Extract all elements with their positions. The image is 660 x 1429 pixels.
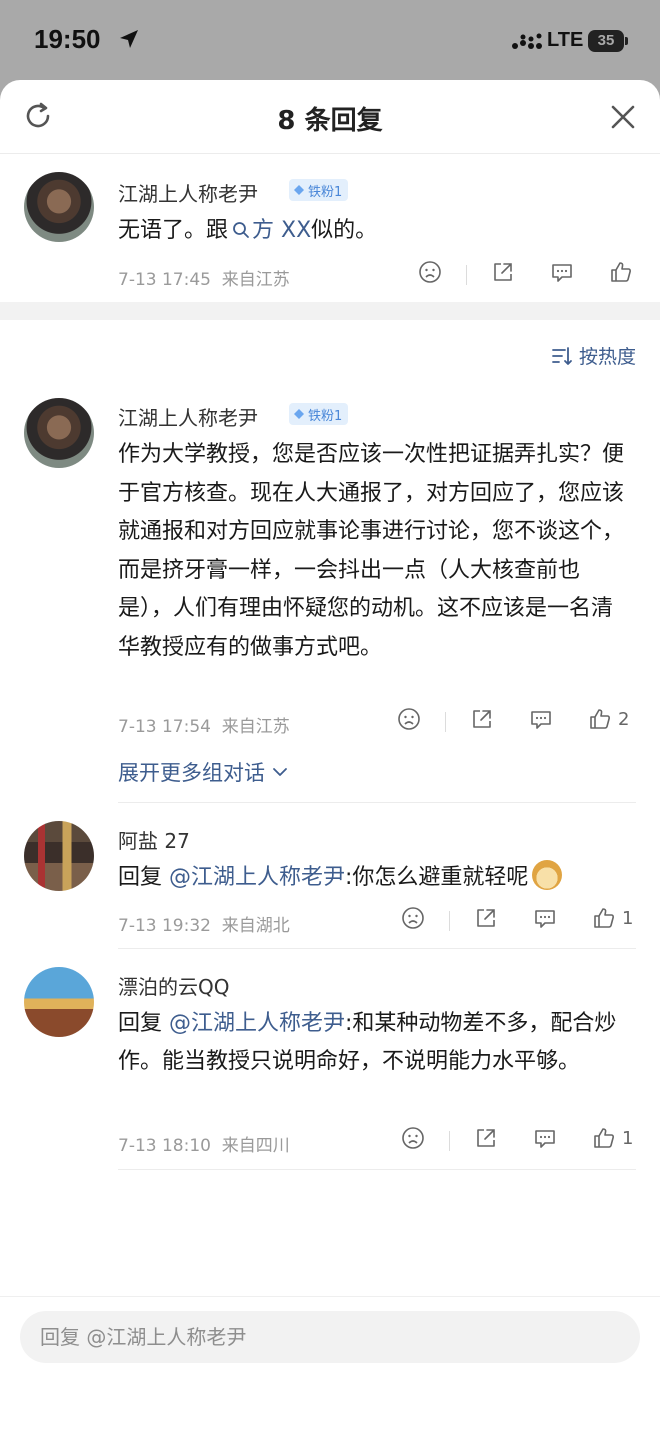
signal-icon <box>512 33 542 49</box>
like-button[interactable] <box>609 260 633 284</box>
thumbs-up-icon <box>590 709 610 729</box>
frown-icon <box>402 907 424 929</box>
username[interactable]: 漂泊的云QQ <box>118 971 229 1000</box>
dislike-button[interactable] <box>418 260 442 284</box>
comment-button[interactable] <box>529 707 553 731</box>
status-time: 19:50 <box>34 24 101 54</box>
share-icon <box>477 1129 495 1147</box>
location-arrow-icon <box>120 30 138 48</box>
username[interactable]: 阿盐 27 <box>118 825 190 854</box>
sort-label: 按热度 <box>578 346 636 368</box>
like-count: 1 <box>622 907 634 929</box>
fan-badge: 铁粉1 <box>289 179 349 201</box>
search-link[interactable]: 方 XX <box>252 218 311 243</box>
thumbs-up-icon <box>594 1128 614 1148</box>
like-count: 1 <box>622 1127 634 1149</box>
root-comment: 江湖上人称老尹 铁粉1 无语了。跟方 XX似的。 7-13 17:45 来自江苏 <box>0 154 660 302</box>
sort-icon <box>552 346 572 365</box>
diamond-icon <box>294 409 304 419</box>
fan-badge-label: 铁粉1 <box>308 184 343 200</box>
fan-badge: 铁粉1 <box>289 403 349 425</box>
diamond-icon <box>294 185 304 195</box>
avatar[interactable] <box>24 967 94 1037</box>
comment-text: 无语了。跟方 XX似的。 <box>118 212 633 250</box>
comment-icon <box>552 264 572 282</box>
section-gap <box>0 302 660 320</box>
replies-sheet: 8 条回复 江湖上人称老尹 铁粉1 无语了。跟方 XX似的。 7-13 17:4… <box>0 80 660 1429</box>
comment-button[interactable] <box>550 260 574 284</box>
frown-icon <box>402 1127 424 1149</box>
expand-more-conversations[interactable]: 展开更多组对话 <box>118 757 289 787</box>
sheet-header: 8 条回复 <box>0 80 660 154</box>
mention-link[interactable]: @江湖上人称老尹 <box>169 865 345 890</box>
status-bar: 19:50 LTE 35 <box>0 0 660 82</box>
comment-actions: 1 <box>0 906 660 936</box>
doge-emoji-icon <box>532 860 563 890</box>
frown-icon <box>419 261 441 283</box>
like-count: 2 <box>618 708 630 730</box>
reply-prefix: 回复 <box>118 1011 169 1036</box>
username[interactable]: 江湖上人称老尹 <box>118 402 258 431</box>
comment-actions: 2 <box>0 707 660 737</box>
avatar[interactable] <box>24 172 94 242</box>
reply-bar <box>0 1296 660 1429</box>
like-button[interactable]: 1 <box>592 1126 633 1150</box>
comment-item: 阿盐 27 回复 @江湖上人称老尹:你怎么避重就轻呢 7-13 19:32 来自… <box>0 803 660 948</box>
comment-icon <box>531 711 551 729</box>
dislike-button[interactable] <box>401 906 425 930</box>
divider <box>118 1169 636 1170</box>
share-button[interactable] <box>491 260 515 284</box>
share-icon <box>473 710 491 728</box>
battery-cap <box>625 37 628 45</box>
thumbs-up-icon <box>594 908 614 928</box>
close-icon[interactable] <box>608 102 638 132</box>
avatar[interactable] <box>24 821 94 891</box>
comment-text: 回复 @江湖上人称老尹:你怎么避重就轻呢 <box>118 859 633 897</box>
share-icon <box>494 263 512 281</box>
search-icon <box>233 222 249 238</box>
mention-link[interactable]: @江湖上人称老尹 <box>169 1011 345 1036</box>
reply-input[interactable] <box>20 1311 640 1363</box>
like-button[interactable]: 2 <box>588 707 629 731</box>
chevron-down-icon <box>273 768 287 776</box>
network-type: LTE <box>547 29 584 51</box>
comment-actions: 1 <box>0 1126 660 1156</box>
expand-label: 展开更多组对话 <box>118 761 265 785</box>
frown-icon <box>398 708 420 730</box>
comment-actions <box>0 260 660 290</box>
share-button[interactable] <box>470 707 494 731</box>
comment-item: 江湖上人称老尹 铁粉1 作为大学教授，您是否应该一次性把证据弄扎实？便于官方核查… <box>0 390 660 804</box>
comment-text: 作为大学教授，您是否应该一次性把证据弄扎实？便于官方核查。现在人大通报了，对方回… <box>118 442 625 660</box>
comment-button[interactable] <box>533 1126 557 1150</box>
comment-icon <box>535 1130 555 1148</box>
dislike-button[interactable] <box>397 707 421 731</box>
avatar[interactable] <box>24 398 94 468</box>
comment-item: 漂泊的云QQ 回复 @江湖上人称老尹:和某种动物差不多，配合炒作。能当教授只说明… <box>0 949 660 1169</box>
sheet-title: 8 条回复 <box>277 106 383 136</box>
reply-prefix: 回复 <box>118 865 169 890</box>
comment-icon <box>535 910 555 928</box>
battery-indicator: 35 <box>588 30 624 52</box>
action-divider <box>449 1131 450 1151</box>
username[interactable]: 江湖上人称老尹 <box>118 178 258 207</box>
comment-text-suffix: 似的。 <box>311 218 378 243</box>
fan-badge-label: 铁粉1 <box>308 408 343 424</box>
reply-body: :你怎么避重就轻呢 <box>345 865 529 890</box>
action-divider <box>445 712 446 732</box>
comment-text: 回复 @江湖上人称老尹:和某种动物差不多，配合炒作。能当教授只说明命好，不说明能… <box>118 1005 633 1081</box>
share-button[interactable] <box>474 1126 498 1150</box>
comment-text-prefix: 无语了。跟 <box>118 218 229 243</box>
action-divider <box>449 911 450 931</box>
share-button[interactable] <box>474 906 498 930</box>
thumbs-up-icon <box>611 262 631 282</box>
dislike-button[interactable] <box>401 1126 425 1150</box>
comment-button[interactable] <box>533 906 557 930</box>
like-button[interactable]: 1 <box>592 906 633 930</box>
sort-button[interactable]: 按热度 <box>551 342 636 369</box>
action-divider <box>466 265 467 285</box>
share-icon <box>477 909 495 927</box>
